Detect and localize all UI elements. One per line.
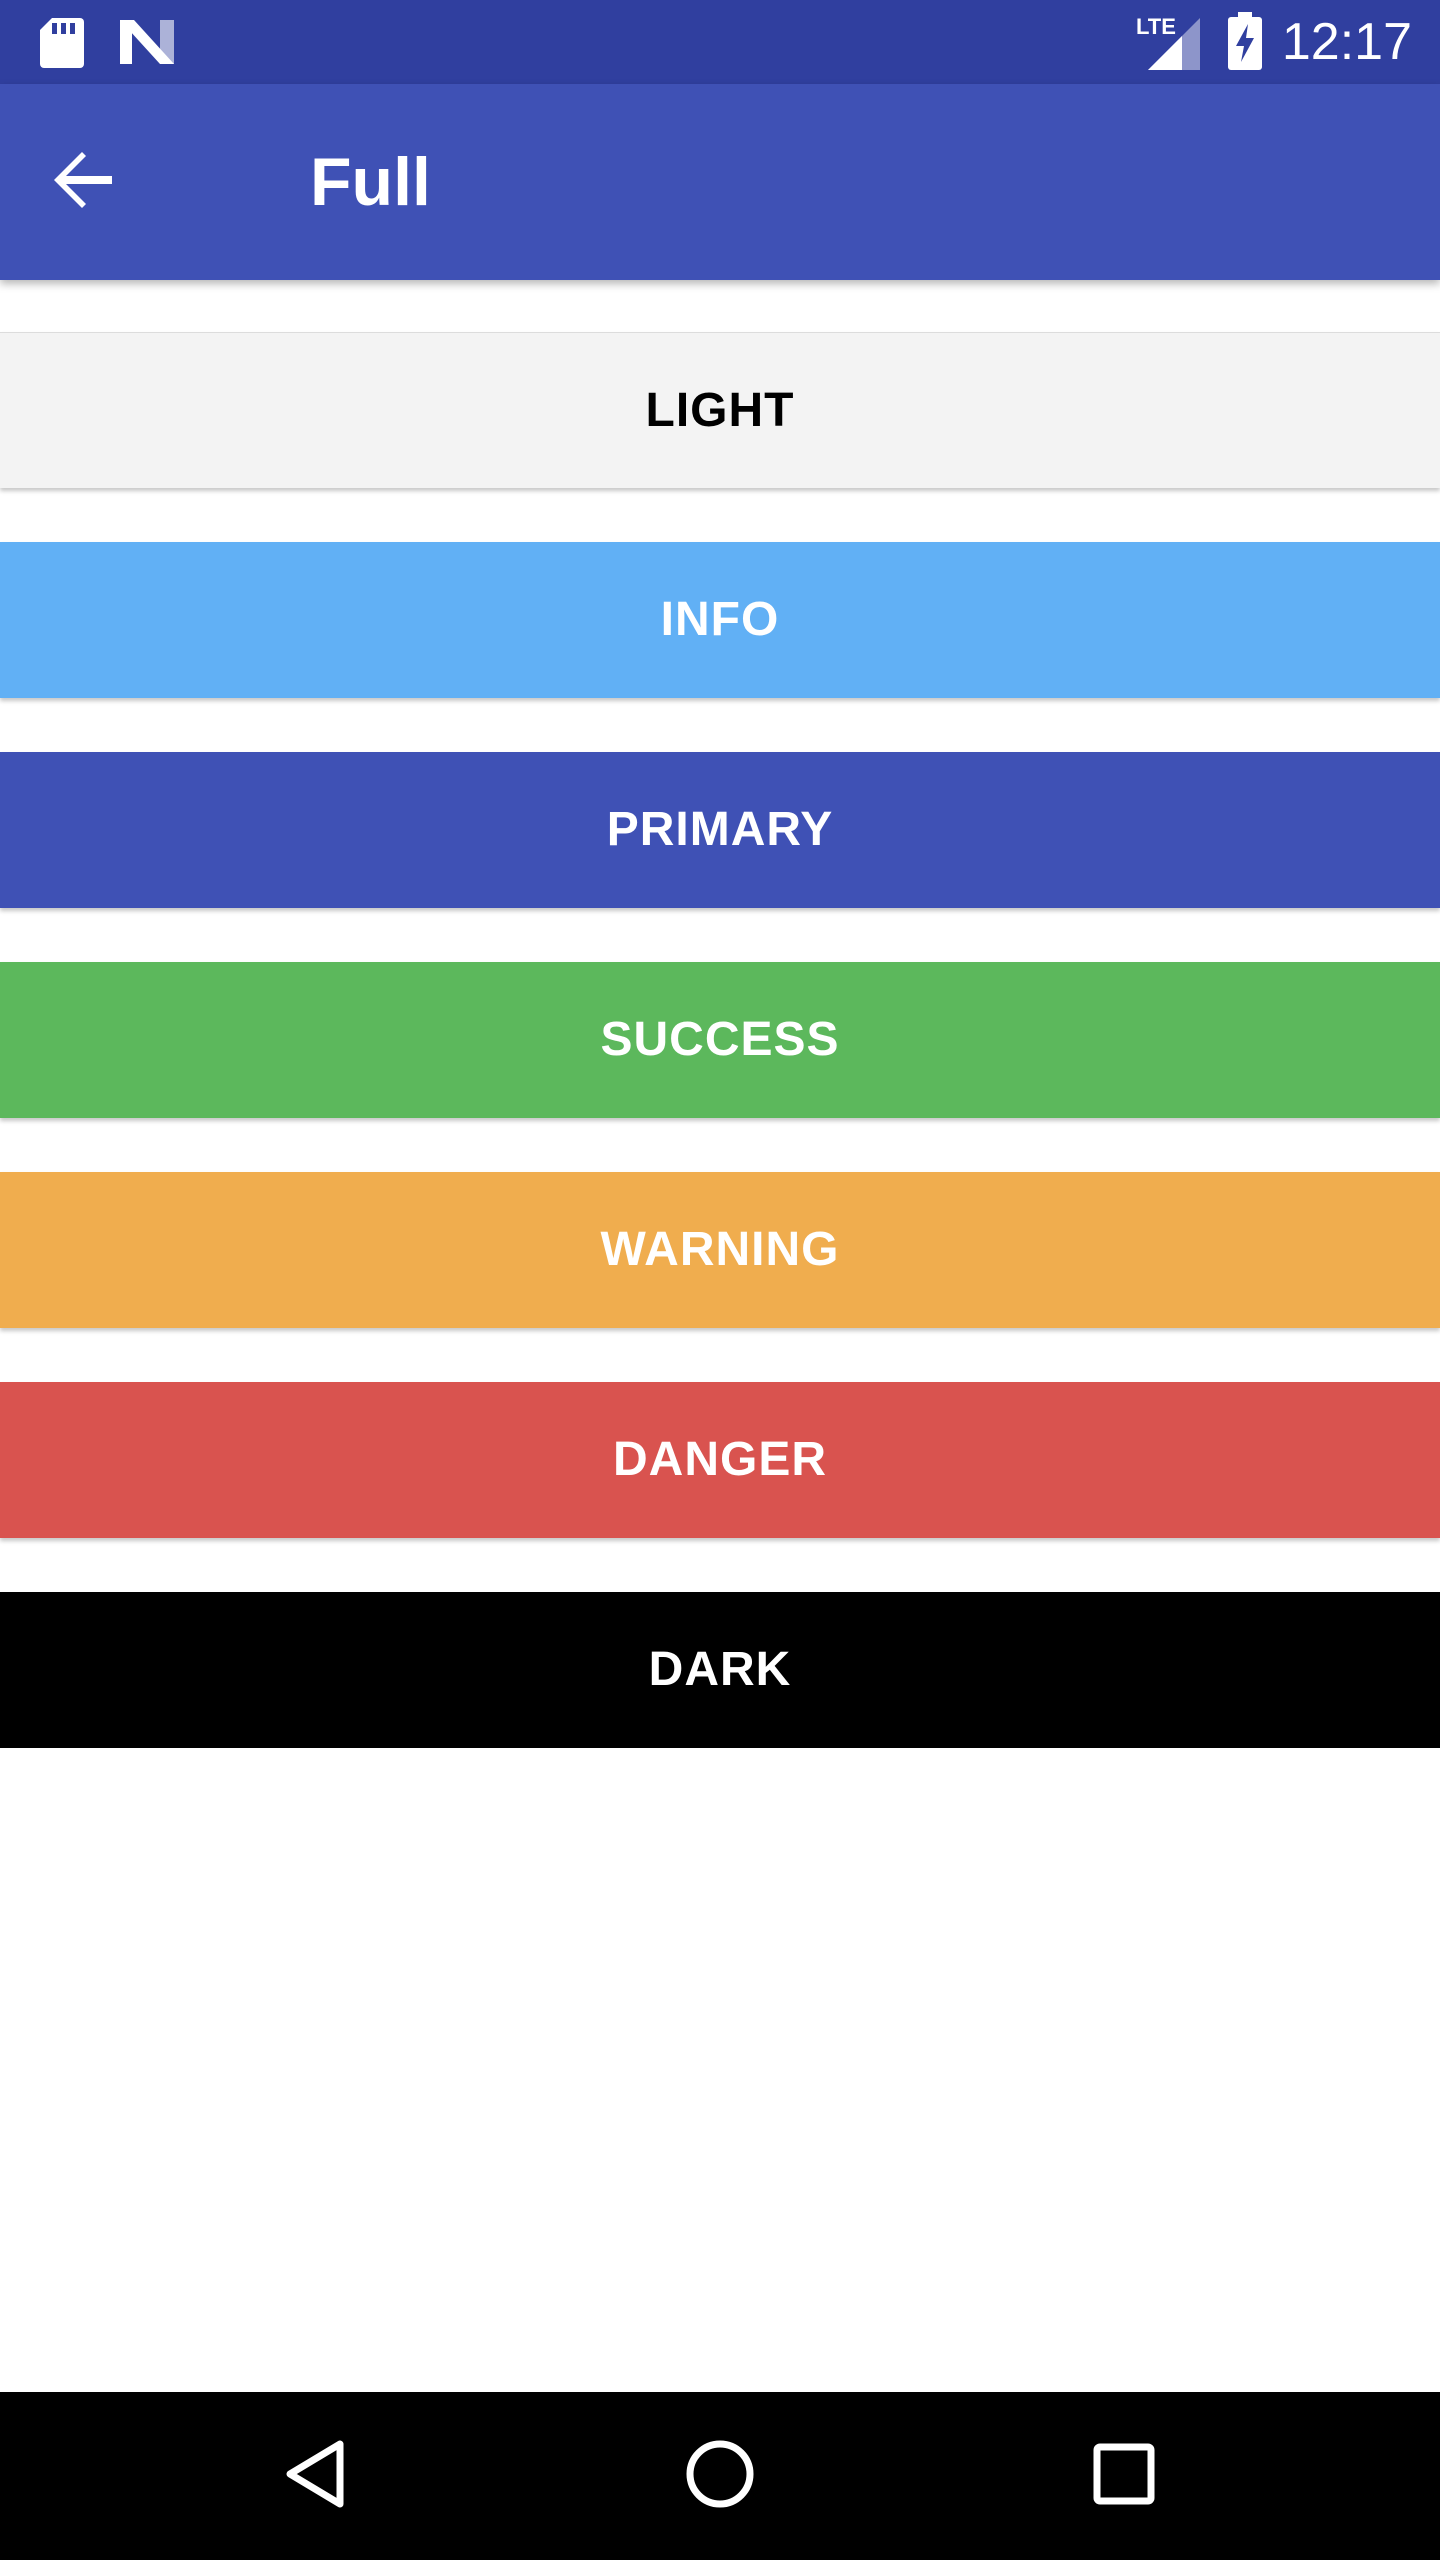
success-button[interactable]: SUCCESS — [0, 962, 1440, 1118]
recents-square-icon — [1092, 2442, 1156, 2511]
button-list: LIGHT INFO PRIMARY SUCCESS WARNING DANGE… — [0, 280, 1440, 2390]
nav-back-button[interactable] — [266, 2426, 366, 2526]
lte-label: LTE — [1136, 14, 1176, 39]
nav-home-button[interactable] — [670, 2426, 770, 2526]
back-triangle-icon — [284, 2438, 348, 2515]
app-bar: Full — [0, 84, 1440, 280]
warning-button[interactable]: WARNING — [0, 1172, 1440, 1328]
danger-button[interactable]: DANGER — [0, 1382, 1440, 1538]
page-title: Full — [310, 144, 431, 220]
arrow-back-icon — [52, 148, 116, 217]
home-circle-icon — [684, 2438, 756, 2515]
info-button[interactable]: INFO — [0, 542, 1440, 698]
back-button[interactable] — [28, 126, 140, 238]
navigation-bar — [0, 2392, 1440, 2560]
primary-button[interactable]: PRIMARY — [0, 752, 1440, 908]
nav-recents-button[interactable] — [1074, 2426, 1174, 2526]
sd-card-icon — [40, 18, 84, 73]
n-logo-icon — [120, 20, 174, 69]
battery-charging-icon — [1228, 12, 1262, 75]
light-button[interactable]: LIGHT — [0, 332, 1440, 488]
dark-button[interactable]: DARK — [0, 1592, 1440, 1748]
status-clock: 12:17 — [1281, 13, 1412, 71]
status-bar: LTE 12:17 — [0, 0, 1440, 84]
